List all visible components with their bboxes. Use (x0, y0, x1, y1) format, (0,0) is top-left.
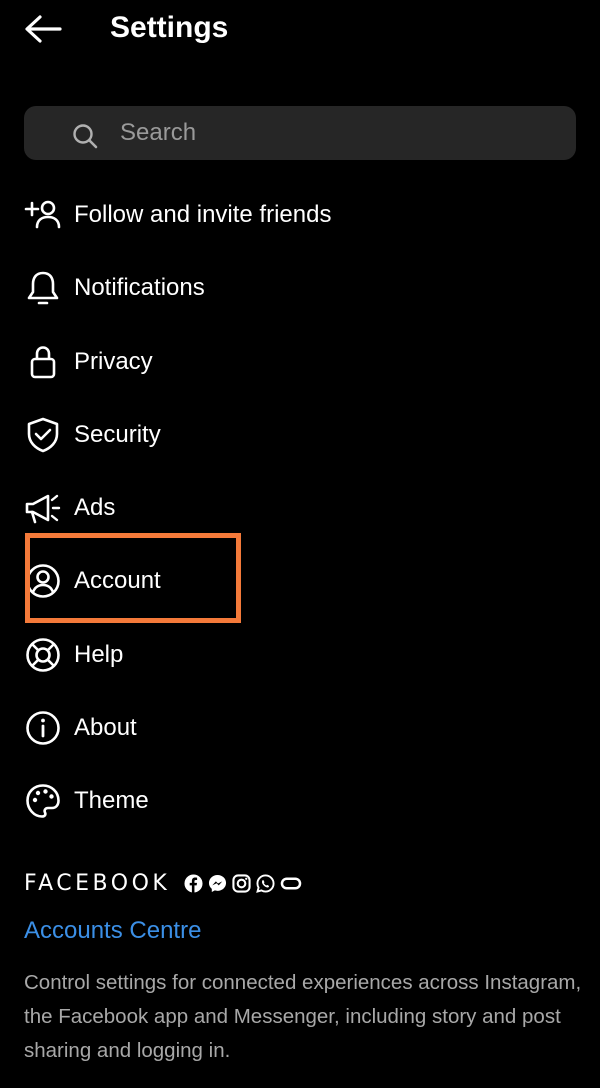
menu-item-about[interactable]: About (0, 691, 600, 764)
menu-item-label: Theme (74, 787, 149, 815)
page-title: Settings (110, 11, 229, 44)
accounts-centre-link[interactable]: Accounts Centre (24, 914, 201, 948)
menu-item-privacy[interactable]: Privacy (0, 325, 600, 398)
bell-icon (24, 269, 62, 307)
menu-item-help[interactable]: Help (0, 618, 600, 691)
messenger-icon (208, 874, 227, 893)
menu-item-label: Follow and invite friends (74, 201, 332, 228)
facebook-wordmark: FACEBOOK (24, 870, 171, 896)
settings-screen: Settings Follow and invite friends (0, 0, 600, 1088)
menu-item-follow-invite[interactable]: Follow and invite friends (0, 178, 600, 251)
meta-apps-icons (184, 873, 302, 893)
menu-item-ads[interactable]: Ads (0, 471, 600, 544)
menu-item-label: Help (74, 640, 124, 668)
accounts-centre-description: Control settings for connected experienc… (24, 971, 582, 1062)
add-person-icon (24, 196, 62, 234)
menu-item-label: Ads (74, 494, 116, 522)
search-icon (73, 124, 98, 149)
instagram-icon (232, 873, 251, 893)
settings-menu: Follow and invite friends Notifications … (0, 178, 600, 838)
menu-item-account[interactable]: Account (0, 544, 600, 617)
menu-item-label: About (74, 714, 137, 742)
info-icon (24, 709, 62, 747)
menu-item-notifications[interactable]: Notifications (0, 251, 600, 324)
shield-check-icon (24, 416, 62, 454)
menu-item-label: Account (74, 567, 161, 595)
whatsapp-icon (256, 873, 275, 893)
menu-item-label: Security (74, 420, 161, 448)
menu-item-label: Notifications (74, 274, 205, 302)
menu-item-theme[interactable]: Theme (0, 764, 600, 837)
header: Settings (0, 0, 600, 60)
megaphone-icon (24, 489, 62, 527)
facebook-icon (184, 873, 203, 893)
lifebuoy-icon (24, 636, 62, 674)
lock-icon (24, 343, 62, 381)
menu-item-security[interactable]: Security (0, 398, 600, 471)
search-bar[interactable] (24, 106, 576, 160)
search-input[interactable] (120, 106, 560, 160)
arrow-left-icon (25, 15, 62, 43)
palette-icon (24, 782, 62, 820)
user-circle-icon (24, 562, 62, 600)
back-button[interactable] (22, 10, 64, 48)
oculus-icon (280, 874, 302, 893)
facebook-section-header: FACEBOOK (24, 868, 424, 898)
menu-item-label: Privacy (74, 347, 153, 375)
